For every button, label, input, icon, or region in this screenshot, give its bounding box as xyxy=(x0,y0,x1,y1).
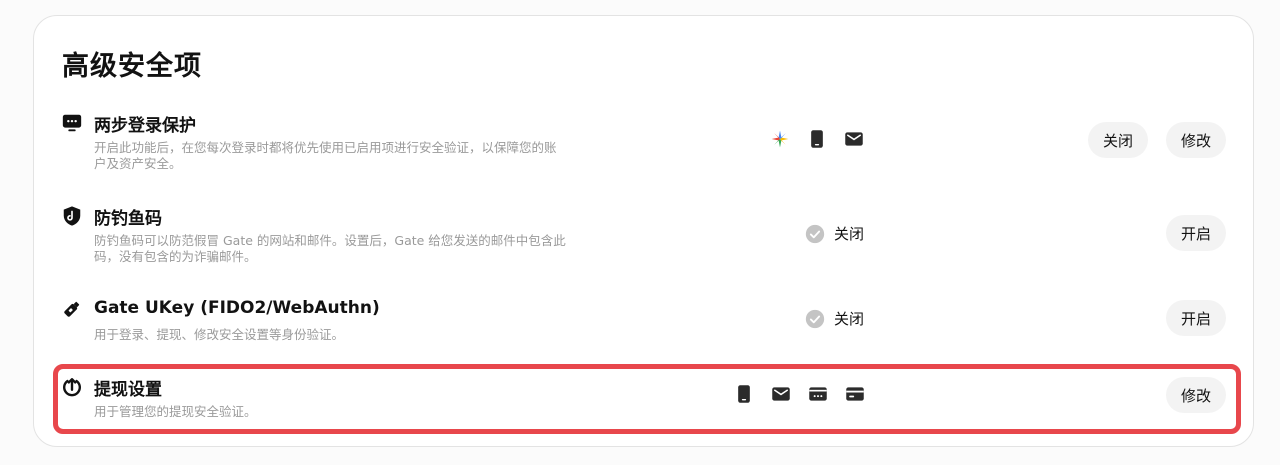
email-icon xyxy=(844,129,864,149)
highlight-frame xyxy=(53,364,1241,434)
row-description-line: 用于登录、提现、修改安全设置等身份验证。 xyxy=(94,327,345,342)
status: 关闭 xyxy=(805,308,864,329)
row-description-line: 防钓鱼码可以防范假冒 Gate 的网站和邮件。设置后，Gate 给您发送的邮件中… xyxy=(94,233,566,248)
check-circle-icon xyxy=(805,224,825,244)
row-description: 防钓鱼码可以防范假冒 Gate 的网站和邮件。设置后，Gate 给您发送的邮件中… xyxy=(94,233,614,265)
row-title: 提现设置 xyxy=(94,380,162,400)
ukey-icon xyxy=(61,298,83,320)
google-authenticator-icon xyxy=(770,129,790,149)
withdraw-icon xyxy=(61,376,83,398)
verification-methods xyxy=(770,129,864,149)
row-description-line: 开启此功能后，在您每次登录时都将优先使用已启用项进行安全验证，以保障您的账 xyxy=(94,140,557,155)
section-title: 高级安全项 xyxy=(62,51,202,82)
modify-two-step-button[interactable]: 修改 xyxy=(1166,122,1226,158)
check-circle-icon xyxy=(805,309,825,329)
enable-ukey-button[interactable]: 开启 xyxy=(1166,300,1226,336)
disable-two-step-button[interactable]: 关闭 xyxy=(1088,122,1148,158)
row-description: 用于登录、提现、修改安全设置等身份验证。 xyxy=(94,327,614,343)
advanced-security-card: 高级安全项 两步登录保护 开启此功能后，在您每次登录时都将优先使用已启用项进行安… xyxy=(33,15,1254,447)
row-title: 两步登录保护 xyxy=(94,116,196,136)
phone-icon xyxy=(807,129,827,149)
email-icon xyxy=(771,384,791,404)
row-description: 开启此功能后，在您每次登录时都将优先使用已启用项进行安全验证，以保障您的账 户及… xyxy=(94,140,614,172)
phone-icon xyxy=(734,384,754,404)
status: 关闭 xyxy=(805,223,864,244)
modify-withdrawal-button[interactable]: 修改 xyxy=(1166,377,1226,413)
monitor-chat-icon xyxy=(61,112,83,134)
row-description-line: 户及资产安全。 xyxy=(94,156,182,171)
row-title: Gate UKey (FIDO2/WebAuthn) xyxy=(94,298,380,318)
status-text: 关闭 xyxy=(834,310,865,328)
row-title: 防钓鱼码 xyxy=(94,209,162,229)
card-icon xyxy=(845,384,865,404)
row-description: 用于管理您的提现安全验证。 xyxy=(94,404,614,420)
fund-password-icon xyxy=(808,384,828,404)
enable-anti-phishing-button[interactable]: 开启 xyxy=(1166,215,1226,251)
status-text: 关闭 xyxy=(834,225,865,243)
anti-phishing-shield-icon xyxy=(61,205,83,227)
row-description-line: 用于管理您的提现安全验证。 xyxy=(94,404,257,419)
row-description-line: 码，没有包含的为诈骗邮件。 xyxy=(94,249,257,264)
verification-methods xyxy=(734,384,865,404)
